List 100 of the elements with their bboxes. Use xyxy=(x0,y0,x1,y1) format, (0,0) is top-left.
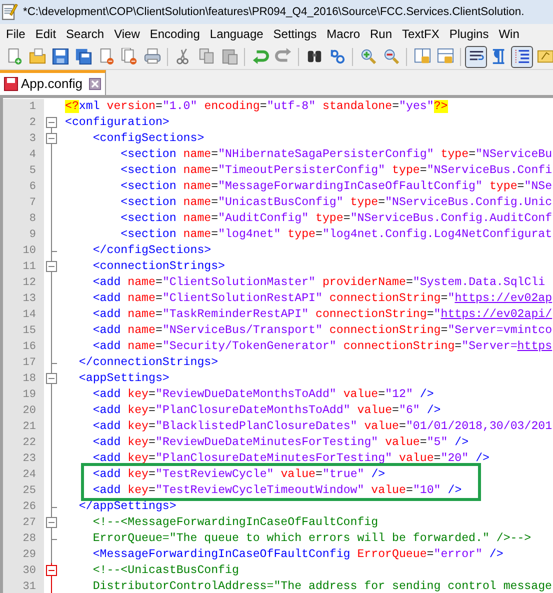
folder-icon xyxy=(28,48,46,65)
line-number: 23 xyxy=(3,451,44,467)
line-number: 28 xyxy=(3,531,44,547)
notepad-icon xyxy=(2,4,18,20)
printer-icon xyxy=(144,48,160,65)
line-number: 5 xyxy=(3,163,44,179)
line-number: 25 xyxy=(3,483,44,499)
line-number: 3 xyxy=(3,131,44,147)
menu-item[interactable]: Run xyxy=(365,25,398,43)
code-line: <add name="Security/TokenGenerator" connectionString="Server=https xyxy=(92,339,552,355)
menu-item[interactable]: Edit xyxy=(30,25,62,43)
zoom-out-icon xyxy=(382,48,400,65)
code-line: <add key="ReviewDueDateMinutesForTesting" value="5" /> xyxy=(92,435,469,451)
code-comment: <!--<MessageForwardingInCaseOfFaultConfig xyxy=(92,515,378,531)
code-line: <add key="PlanClosureDateMonthsToAdd" value="6" /> xyxy=(92,403,441,419)
line-number: 26 xyxy=(3,499,44,515)
menu-item[interactable]: Win xyxy=(494,25,524,43)
menu-item[interactable]: Macro xyxy=(322,25,365,43)
menu-item[interactable]: View xyxy=(109,25,145,43)
replace-icon xyxy=(328,48,346,65)
menu-item[interactable]: Settings xyxy=(268,25,322,43)
fold-marker-icon[interactable] xyxy=(46,117,57,128)
line-number: 14 xyxy=(3,307,44,323)
line-number: 24 xyxy=(3,467,44,483)
line-number: 1 xyxy=(3,99,44,115)
line-number: 22 xyxy=(3,435,44,451)
code-line: <add key="PlanClosureDateMinutesForTesting" value="20" /> xyxy=(92,451,490,467)
code-line: </connectionStrings> xyxy=(78,355,218,371)
code-line: <add key="ReviewDueDateMonthsToAdd" value="12" /> xyxy=(92,387,434,403)
menu-item[interactable]: TextFX xyxy=(397,25,444,43)
fold-marker-icon[interactable] xyxy=(46,565,57,576)
code-comment: ErrorQueue="The queue to which errors will be forwarded." />--> xyxy=(92,531,532,547)
line-number: 27 xyxy=(3,515,44,531)
word-wrap-button[interactable] xyxy=(465,46,487,68)
close-file-icon xyxy=(98,48,114,65)
line-number: 8 xyxy=(3,211,44,227)
code-line: <section name="NHibernateSagaPersisterConfig" type="NServiceBu xyxy=(120,147,552,163)
code-comment: DistributorControlAddress="The address for sending control message xyxy=(92,579,552,593)
fold-marker-icon[interactable] xyxy=(46,261,57,272)
code-comment: <!--<UnicastBusConfig xyxy=(92,563,239,579)
code-line: <?xml version="1.0" encoding="utf-8" standalone="yes"?> xyxy=(64,99,448,115)
code-line: <section name="MessageForwardingInCaseOfFaultConfig" type="NSe xyxy=(120,179,552,195)
new-file-icon xyxy=(6,48,22,65)
close-icon[interactable] xyxy=(89,78,102,90)
menu-item[interactable]: Language xyxy=(204,25,268,43)
line-number: 21 xyxy=(3,419,44,435)
menu-item[interactable]: Encoding xyxy=(144,25,205,43)
code-line: <section name="log4net" type="log4net.Config.Log4NetConfigurat xyxy=(120,227,552,243)
file-tab[interactable]: App.config xyxy=(0,70,106,95)
binoculars-icon xyxy=(306,48,322,65)
line-number: 10 xyxy=(3,243,44,259)
menu-item[interactable]: Search xyxy=(61,25,110,43)
zoom-in-icon xyxy=(360,48,376,65)
code-line: <appSettings> xyxy=(78,371,170,387)
line-number: 31 xyxy=(3,579,44,593)
split-window-icon xyxy=(436,48,454,65)
line-number: 4 xyxy=(3,147,44,163)
line-number: 16 xyxy=(3,339,44,355)
copy-icon xyxy=(198,48,214,65)
undo-icon xyxy=(252,48,268,65)
code-line: </configSections> xyxy=(92,243,212,259)
code-line: <configSections> xyxy=(92,131,204,147)
code-line: <add key="TestReviewCycle" value="true" /> xyxy=(92,467,386,483)
code-line: <section name="TimeoutPersisterConfig" type="NServiceBus.Confi xyxy=(120,163,552,179)
line-number: 7 xyxy=(3,195,44,211)
paste-icon xyxy=(220,48,238,65)
menu-item[interactable]: File xyxy=(1,25,30,43)
code-line: <connectionStrings> xyxy=(92,259,226,275)
code-line: <add key="TestReviewCycleTimeoutWindow" value="10" /> xyxy=(92,483,462,499)
split-window-icon xyxy=(414,48,430,65)
code-line: <add key="BlacklistedPlanClosureDates" value="01/01/2018,30/03/201 xyxy=(92,419,552,435)
line-number: 30 xyxy=(3,563,44,579)
floppy-disks-icon xyxy=(74,48,92,65)
code-line: <MessageForwardingInCaseOfFaultConfig ErrorQueue="error" /> xyxy=(92,547,504,563)
code-line: <configuration> xyxy=(64,115,170,131)
code-line: <section name="AuditConfig" type="NServiceBus.Config.AuditConf xyxy=(120,211,552,227)
code-line: <add name="TaskReminderRestAPI" connectionString="https://ev02api/ xyxy=(92,307,552,323)
line-number: 20 xyxy=(3,403,44,419)
line-number: 15 xyxy=(3,323,44,339)
line-number: 12 xyxy=(3,275,44,291)
line-number: 29 xyxy=(3,547,44,563)
line-number: 17 xyxy=(3,355,44,371)
line-number: 13 xyxy=(3,291,44,307)
code-line: <add name="ClientSolutionMaster" providerName="System.Data.SqlCli xyxy=(92,275,546,291)
indent-guide-button[interactable] xyxy=(511,46,533,68)
window-title: *C:\development\COP\ClientSolution\features\PR094_Q4_2016\Source\FCC.Services.ClientSolution. xyxy=(23,4,524,20)
code-line: <add name="ClientSolutionRestAPI" connectionString="https://ev02ap xyxy=(92,291,552,307)
menu-item[interactable]: Plugins xyxy=(444,25,494,43)
code-line: </appSettings> xyxy=(78,499,176,515)
line-number: 19 xyxy=(3,387,44,403)
line-number: 2 xyxy=(3,115,44,131)
code-line: <section name="UnicastBusConfig" type="NServiceBus.Config.Unic xyxy=(120,195,552,211)
close-files-icon xyxy=(120,48,138,65)
fold-marker-icon[interactable] xyxy=(46,133,57,144)
line-number: 9 xyxy=(3,227,44,243)
line-number: 18 xyxy=(3,371,44,387)
code-line: <add name="NServiceBus/Transport" connectionString="Server=vmintco xyxy=(92,323,552,339)
line-number: 6 xyxy=(3,179,44,195)
fold-marker-icon[interactable] xyxy=(46,517,57,528)
fold-marker-icon[interactable] xyxy=(46,373,57,384)
